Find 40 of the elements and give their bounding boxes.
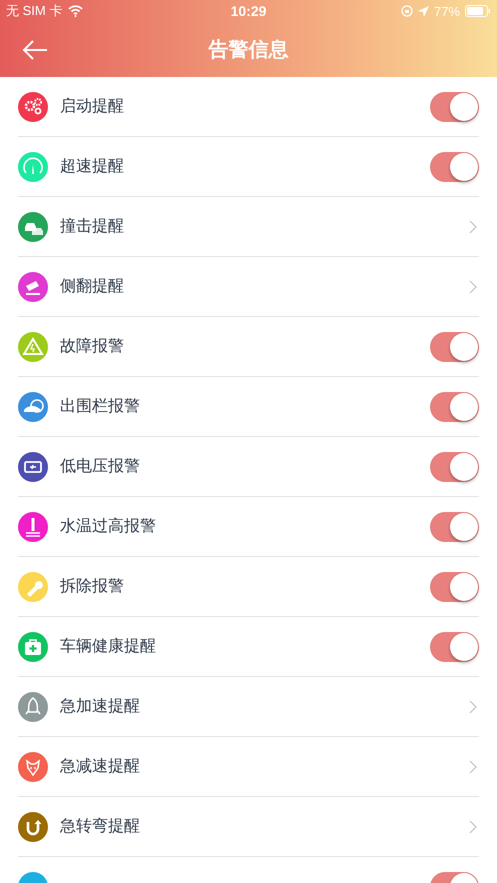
alert-label: 急转弯提醒: [60, 816, 141, 837]
alert-label: 撞击提醒: [60, 216, 125, 237]
toggle-switch[interactable]: [430, 572, 479, 602]
alert-label: 超速提醒: [60, 156, 125, 177]
alert-label: 车辆健康提醒: [60, 636, 157, 657]
rocket-icon: [18, 692, 48, 722]
alert-label: 低电压报警: [60, 456, 141, 477]
location-icon: [418, 6, 429, 16]
thermometer-icon: [18, 512, 48, 542]
u-turn-icon: [18, 812, 48, 842]
tilted-car-icon: [18, 272, 48, 302]
battery-percentage: 77%: [434, 4, 460, 18]
alert-label: 急加速提醒: [60, 696, 141, 717]
alert-label: 侧翻提醒: [60, 276, 125, 297]
toggle-switch[interactable]: [430, 632, 479, 662]
alert-label: 拆除报警: [60, 576, 125, 597]
toggle-switch[interactable]: [430, 332, 479, 362]
wrench-icon: [18, 572, 48, 602]
toggle-switch[interactable]: [430, 512, 479, 542]
alert-label: 水温过高报警: [60, 516, 157, 537]
gauge-icon: [18, 152, 48, 182]
page-title: 告警信息: [208, 36, 288, 63]
warning-icon: [18, 332, 48, 362]
alert-label: 故障报警: [60, 336, 125, 357]
gears-icon: [18, 92, 48, 122]
alert-label: 急减速提醒: [60, 756, 141, 777]
wifi-icon: [68, 5, 84, 17]
alert-label: 出围栏报警: [60, 396, 141, 417]
back-button[interactable]: [22, 39, 48, 61]
toggle-switch[interactable]: [430, 392, 479, 422]
toggle-switch[interactable]: [430, 452, 479, 482]
rotation-lock-icon: [400, 5, 413, 17]
medical-kit-icon: [18, 632, 48, 662]
toggle-switch[interactable]: [430, 152, 479, 182]
clock-time: 10:29: [230, 3, 266, 19]
battery-icon: [465, 5, 491, 17]
battery-icon: [18, 452, 48, 482]
toggle-switch[interactable]: [430, 92, 479, 122]
alert-label: 启动提醒: [60, 96, 125, 117]
carrier-name: 无 SIM 卡: [6, 2, 62, 20]
